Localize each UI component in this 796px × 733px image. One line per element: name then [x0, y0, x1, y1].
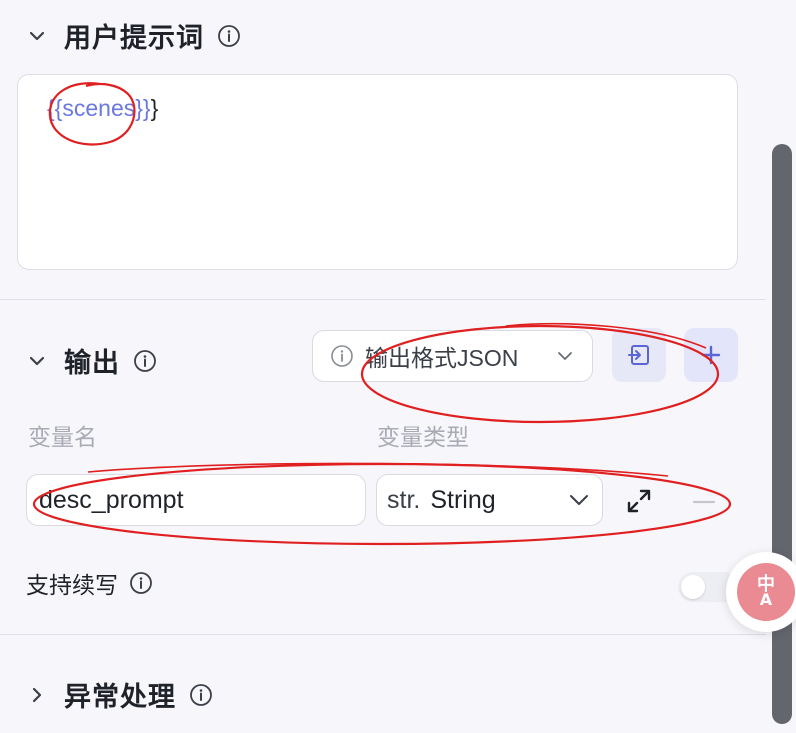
user-prompt-editor[interactable]: {{scenes}}} [17, 74, 738, 270]
info-icon[interactable] [132, 348, 158, 374]
info-icon [329, 343, 355, 369]
translate-icon: 中 A [737, 563, 795, 621]
info-icon[interactable] [216, 23, 242, 49]
output-header[interactable]: 输出 [22, 341, 158, 380]
variable-name-input[interactable]: desc_prompt [26, 474, 366, 526]
info-icon[interactable] [128, 570, 154, 596]
user-prompt-header[interactable]: 用户提示词 [22, 16, 242, 55]
chevron-down-icon[interactable] [22, 346, 52, 376]
output-format-label: 输出格式JSON [365, 345, 519, 371]
support-continue-row: 支持续写 [26, 566, 154, 600]
error-handling-title: 异常处理 [64, 682, 176, 713]
error-handling-header[interactable]: 异常处理 [22, 675, 214, 714]
translate-button[interactable]: 中 A [726, 552, 796, 632]
prompt-variable: {{scenes}} [47, 95, 151, 121]
user-prompt-title: 用户提示词 [64, 23, 204, 54]
variable-type-select[interactable]: str. String [376, 474, 603, 526]
section-divider [0, 299, 766, 300]
prompt-content-tail: } [150, 95, 159, 121]
output-title: 输出 [64, 348, 120, 379]
type-prefix: str. [387, 485, 421, 514]
plus-icon [701, 345, 721, 365]
info-icon[interactable] [188, 682, 214, 708]
chevron-down-icon [558, 352, 572, 360]
column-header-var-type: 变量类型 [377, 425, 469, 451]
chevron-down-icon [570, 495, 588, 505]
section-divider [0, 634, 766, 635]
import-button[interactable] [612, 328, 666, 382]
toggle-knob [681, 575, 705, 599]
add-variable-button[interactable] [684, 328, 738, 382]
output-format-select[interactable]: 输出格式JSON [312, 330, 593, 382]
translate-glyph-bottom: A [759, 590, 773, 609]
prompt-content[interactable]: {{scenes}}} [47, 95, 158, 122]
column-header-var-name: 变量名 [28, 425, 97, 451]
remove-variable-icon[interactable] [690, 488, 718, 516]
type-label: String [430, 485, 496, 514]
chevron-right-icon[interactable] [22, 680, 52, 710]
import-icon [628, 345, 649, 365]
support-continue-label: 支持续写 [26, 573, 118, 599]
scrollbar-thumb[interactable] [772, 144, 792, 724]
expand-icon[interactable] [624, 486, 654, 516]
chevron-down-icon[interactable] [22, 21, 52, 51]
